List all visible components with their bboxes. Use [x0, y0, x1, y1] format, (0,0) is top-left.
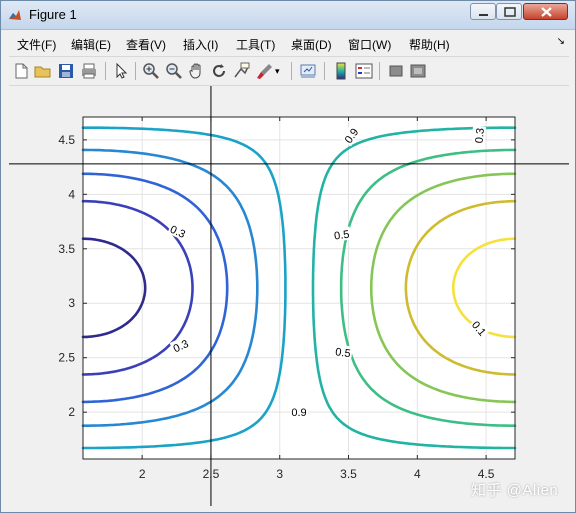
- contour-label: 0.5: [334, 346, 351, 360]
- menu-tools[interactable]: 工具(T): [236, 36, 275, 53]
- figure-toolbar: ▾: [9, 56, 569, 86]
- x-tick-label: 3: [276, 467, 283, 481]
- y-tick-label: 2: [68, 405, 75, 419]
- y-tick-label: 3.5: [58, 242, 75, 256]
- y-tick-label: 3: [68, 296, 75, 310]
- contour-label: 0.3: [474, 127, 487, 143]
- zoom-out-icon[interactable]: [164, 61, 184, 81]
- menu-window[interactable]: 窗口(W): [348, 36, 391, 53]
- y-tick-label: 2.5: [58, 351, 75, 365]
- minimize-icon: [479, 14, 488, 16]
- data-cursor-icon[interactable]: [232, 61, 252, 81]
- menu-file[interactable]: 文件(F): [17, 36, 56, 53]
- save-icon[interactable]: [56, 61, 76, 81]
- window-title: Figure 1: [29, 7, 77, 22]
- menu-bar: 文件(F) 编辑(E) 查看(V) 插入(I) 工具(T) 桌面(D) 窗口(W…: [9, 32, 569, 54]
- toolbar-separator: [135, 62, 136, 80]
- new-figure-icon[interactable]: [11, 61, 31, 81]
- pointer-icon[interactable]: [111, 61, 131, 81]
- x-tick-label: 3.5: [340, 467, 357, 481]
- menu-help[interactable]: 帮助(H): [409, 36, 450, 53]
- brush-icon[interactable]: [255, 61, 275, 81]
- figure-window: Figure 1 文件(F) 编辑(E) 查看(V) 插入(I) 工具(T) 桌…: [0, 0, 576, 513]
- menu-edit[interactable]: 编辑(E): [71, 36, 111, 53]
- toolbar-separator: [291, 62, 292, 80]
- toolbar-separator: [105, 62, 106, 80]
- figure-canvas[interactable]: 0.9 0.5 0.3 0.3 0.3 0.1 0.5 0.9 2 2.5 3 3.5 4 4.5 2 2.5…: [9, 86, 569, 506]
- matlab-app-icon: [9, 10, 21, 20]
- dock-arrow-icon[interactable]: ↘: [557, 36, 565, 47]
- menu-insert[interactable]: 插入(I): [183, 36, 218, 53]
- contour-label: 0.5: [333, 229, 350, 243]
- print-icon[interactable]: [79, 61, 99, 81]
- close-button[interactable]: [523, 3, 568, 20]
- toolbar-separator: [379, 62, 380, 80]
- menu-view[interactable]: 查看(V): [126, 36, 166, 53]
- rotate-icon[interactable]: [209, 61, 229, 81]
- y-tick-label: 4.5: [58, 133, 75, 147]
- brush-dropdown-icon[interactable]: ▾: [275, 66, 285, 86]
- contour-label: 0.9: [291, 407, 306, 419]
- x-tick-label: 2: [139, 467, 146, 481]
- watermark-text: 知乎 @Alien: [471, 482, 559, 499]
- close-icon: [541, 7, 552, 17]
- show-plot-tools-icon[interactable]: [408, 61, 428, 81]
- colorbar-icon[interactable]: [331, 61, 351, 81]
- toolbar-separator: [324, 62, 325, 80]
- zoom-in-icon[interactable]: [141, 61, 161, 81]
- maximize-button[interactable]: [496, 3, 522, 20]
- title-bar[interactable]: Figure 1: [1, 1, 575, 30]
- contour-plot[interactable]: 0.90.50.30.30.30.10.50.92 2.5 3 3.5 4 4.522.5…: [9, 86, 569, 506]
- link-icon[interactable]: [298, 61, 318, 81]
- minimize-button[interactable]: [470, 3, 496, 20]
- pan-icon[interactable]: [187, 61, 207, 81]
- legend-icon[interactable]: [354, 61, 374, 81]
- open-icon[interactable]: [33, 61, 53, 81]
- x-tick-label: 4: [414, 467, 421, 481]
- y-tick-label: 4: [68, 187, 75, 201]
- maximize-icon: [504, 7, 516, 17]
- menu-desktop[interactable]: 桌面(D): [291, 36, 332, 53]
- hide-plot-tools-icon[interactable]: [386, 61, 406, 81]
